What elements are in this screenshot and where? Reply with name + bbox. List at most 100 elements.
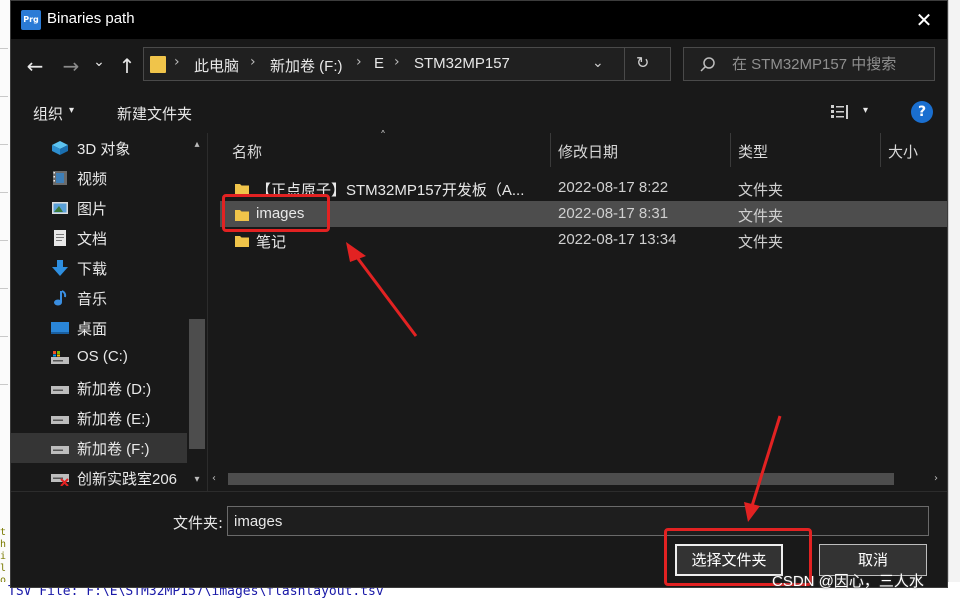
breadcrumb-drive-f[interactable]: 新加卷 (F:) [270, 55, 343, 76]
scroll-right-button[interactable]: › [934, 469, 938, 489]
sidebar-item-label: 文档 [77, 231, 108, 248]
file-type: 文件夹 [738, 233, 784, 251]
background-window-right-edge [948, 0, 960, 600]
file-type: 文件夹 [738, 207, 784, 225]
sidebar-item-label: 创新实践室206 [77, 471, 178, 488]
background-text: i [0, 551, 7, 562]
sidebar-item-documents[interactable]: 文档 [11, 223, 187, 253]
search-input[interactable] [732, 54, 928, 74]
sidebar-item-drive-f[interactable]: 新加卷 (F:) [11, 433, 187, 463]
file-list: ˄ 名称 修改日期 类型 大小 【正点原子】STM32MP157开发板（A...… [207, 129, 947, 491]
navigation-pane: 3D 对象 视频 图片 文档 下载 音乐 桌面 OS (C:) 新加卷 (D:)… [11, 133, 207, 491]
up-button[interactable]: ↑ [115, 53, 139, 79]
drive-icon [51, 446, 69, 454]
video-icon [53, 171, 67, 185]
download-icon [52, 260, 68, 276]
file-date: 2022-08-17 8:31 [558, 205, 669, 222]
breadcrumb-this-pc[interactable]: 此电脑 [194, 55, 239, 76]
column-type[interactable]: 类型 [738, 141, 768, 162]
sidebar-item-label: 3D 对象 [77, 141, 131, 158]
music-icon [54, 290, 67, 306]
file-date: 2022-08-17 8:22 [558, 179, 669, 196]
sidebar-item-desktop[interactable]: 桌面 [11, 313, 187, 343]
watermark-text: CSDN @因心，三人水 [772, 573, 924, 590]
navigation-bar: ← → ⌄ ↑ › 此电脑 › 新加卷 (F:) › E › STM32MP15… [11, 39, 947, 91]
view-options-icon[interactable] [831, 105, 853, 119]
organize-menu-button[interactable]: 组织 [33, 103, 63, 124]
breadcrumb-separator: › [250, 54, 256, 70]
sidebar-item-drive-e[interactable]: 新加卷 (E:) [11, 403, 187, 433]
breadcrumb-e[interactable]: E [374, 55, 384, 72]
new-folder-button[interactable]: 新建文件夹 [117, 103, 192, 124]
sidebar-item-drive-d[interactable]: 新加卷 (D:) [11, 373, 187, 403]
sidebar-item-label: 图片 [77, 201, 108, 218]
breadcrumb-stm32mp157[interactable]: STM32MP157 [414, 55, 510, 72]
search-box[interactable] [683, 47, 935, 81]
forward-button[interactable]: → [59, 53, 83, 79]
refresh-button[interactable]: ↻ [636, 53, 649, 72]
sidebar-scrollbar-thumb[interactable] [189, 319, 205, 449]
breadcrumb-separator: › [356, 54, 362, 70]
window-title: Binaries path [47, 10, 135, 27]
folder-icon [235, 236, 249, 247]
documents-icon [54, 230, 66, 246]
recent-locations-button[interactable]: ⌄ [91, 49, 107, 75]
column-modified-date[interactable]: 修改日期 [558, 141, 618, 162]
sort-ascending-icon: ˄ [380, 129, 386, 143]
horizontal-scrollbar-thumb[interactable] [228, 473, 894, 485]
file-type: 文件夹 [738, 181, 784, 199]
column-name[interactable]: 名称 [232, 141, 262, 162]
desktop-icon [51, 322, 69, 334]
file-date: 2022-08-17 13:34 [558, 231, 677, 248]
sidebar-item-pictures[interactable]: 图片 [11, 193, 187, 223]
sidebar-item-label: 新加卷 (D:) [77, 381, 152, 398]
drive-icon [51, 351, 69, 364]
annotation-highlight-images [222, 194, 330, 232]
sidebar-item-network-drive[interactable]: 创新实践室206 [11, 463, 187, 491]
app-logo-icon: Prg [21, 10, 41, 30]
sidebar-item-video[interactable]: 视频 [11, 163, 187, 193]
sidebar-item-label: 桌面 [77, 321, 108, 338]
sidebar-item-drive-c[interactable]: OS (C:) [11, 343, 187, 373]
address-bar[interactable]: › 此电脑 › 新加卷 (F:) › E › STM32MP157 ⌄ ↻ [143, 47, 671, 81]
background-text: l [0, 563, 7, 574]
command-toolbar: 组织 ▾ 新建文件夹 ▾ ? [11, 91, 947, 133]
3d-objects-icon [52, 141, 68, 155]
background-text: h [0, 539, 7, 550]
breadcrumb-separator: › [394, 54, 400, 70]
chevron-down-icon: ▾ [69, 105, 75, 116]
help-icon[interactable]: ? [911, 101, 933, 123]
sidebar-item-label: 音乐 [77, 291, 108, 308]
column-size[interactable]: 大小 [888, 141, 918, 162]
back-button[interactable]: ← [23, 53, 47, 79]
search-icon [700, 57, 715, 72]
network-drive-icon [51, 474, 69, 486]
close-button[interactable]: ✕ [901, 1, 947, 39]
sidebar-item-label: 下载 [77, 261, 108, 278]
title-bar: Prg Binaries path ✕ [11, 1, 947, 39]
scroll-left-button[interactable]: ‹ [212, 469, 216, 489]
address-dropdown-button[interactable]: ⌄ [592, 55, 604, 71]
folder-name-input[interactable] [227, 506, 929, 536]
view-dropdown-button[interactable]: ▾ [863, 105, 868, 116]
folder-icon [150, 56, 166, 73]
sidebar-item-3d-objects[interactable]: 3D 对象 [11, 133, 187, 163]
sidebar-item-label: 新加卷 (F:) [77, 441, 150, 458]
folder-field-label: 文件夹: [173, 514, 224, 532]
file-row[interactable]: 笔记 2022-08-17 13:34 文件夹 [220, 227, 947, 253]
horizontal-scrollbar[interactable]: ‹ › [208, 469, 947, 489]
folder-picker-dialog: Prg Binaries path ✕ ← → ⌄ ↑ › 此电脑 › 新加卷 … [10, 0, 948, 588]
breadcrumb-separator: › [174, 54, 180, 70]
file-name: 笔记 [256, 234, 287, 251]
sidebar-item-label: 视频 [77, 171, 108, 188]
sidebar-scroll-down-button[interactable]: ▾ [187, 469, 207, 491]
pictures-icon [52, 202, 68, 214]
drive-icon [51, 416, 69, 424]
column-header: ˄ 名称 修改日期 类型 大小 [208, 129, 947, 169]
sidebar-item-label: 新加卷 (E:) [77, 411, 151, 428]
sidebar-scroll-up-button[interactable]: ▴ [187, 133, 207, 157]
sidebar-item-music[interactable]: 音乐 [11, 283, 187, 313]
drive-icon [51, 386, 69, 394]
sidebar-item-label: OS (C:) [77, 348, 128, 365]
sidebar-item-downloads[interactable]: 下载 [11, 253, 187, 283]
